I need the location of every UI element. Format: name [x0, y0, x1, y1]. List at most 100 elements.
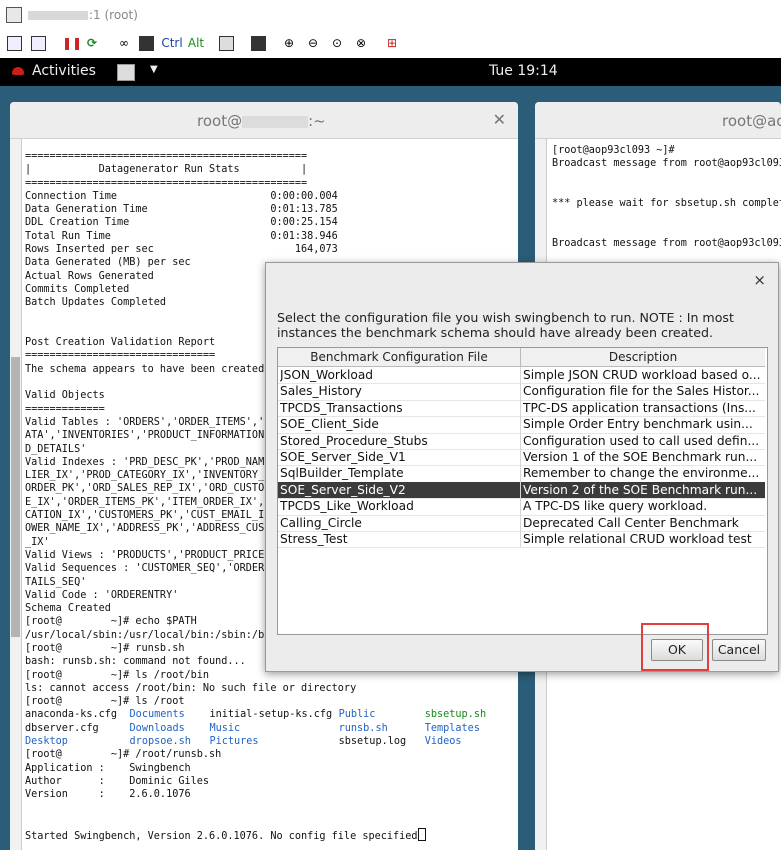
chevron-down-icon[interactable]: ▼ — [150, 64, 158, 75]
config-file-cell: SOE_Server_Side_V2 — [280, 482, 406, 497]
ls-entry: Templates — [424, 722, 480, 734]
keyboard-icon[interactable] — [138, 34, 154, 52]
clock[interactable]: Tue 19:14 — [489, 63, 558, 79]
terminal-line: DDL Creation Time 0:00:25.154 — [25, 217, 338, 229]
close-icon[interactable]: × — [753, 271, 766, 289]
ls-entry: Music — [209, 722, 241, 734]
terminal-line: Data Generation Time 0:01:13.785 — [25, 204, 338, 216]
terminal-line: ls: cannot access /root/bin: No such fil… — [25, 682, 357, 694]
column-header-config-file[interactable]: Benchmark Configuration File — [278, 348, 521, 366]
ls-entry: Videos — [424, 736, 462, 748]
ls-output-row: anaconda-ks.cfg Documents initial-setup-ks… — [25, 708, 518, 721]
config-table: Benchmark Configuration File Description… — [277, 347, 768, 635]
table-row[interactable]: SqlBuilder_Template Remember to change th… — [278, 465, 765, 483]
connection-options-icon[interactable] — [6, 34, 22, 52]
column-divider — [520, 465, 521, 482]
terminal-line: Connection Time 0:00:00.004 — [25, 190, 338, 202]
description-cell: Configuration used to call used defin... — [523, 433, 760, 448]
config-file-cell: SOE_Server_Side_V1 — [280, 450, 406, 464]
terminal-line: [root@ ~]# ls /root — [25, 696, 185, 708]
terminal-line: Started Swingbench, Version 2.6.0.1076. … — [25, 828, 518, 842]
zoom-fit-icon[interactable]: ⊗ — [353, 34, 369, 52]
terminal-title: root@ao — [722, 112, 781, 130]
table-row[interactable]: TPCDS_Transactions TPC-DS application tra… — [278, 399, 765, 418]
table-row[interactable]: JSON_Workload Simple JSON CRUD workload b… — [278, 367, 765, 385]
config-file-cell: Calling_Circle — [280, 515, 362, 530]
config-file-cell: Sales_History — [280, 384, 362, 399]
table-row[interactable]: Stored_Procedure_Stubs Configuration used… — [278, 432, 765, 450]
column-divider — [520, 367, 521, 384]
close-icon[interactable]: ✕ — [493, 110, 506, 129]
terminal-line: [root@ ~]# /root/runsb.sh — [25, 749, 222, 761]
zoom-reset-icon[interactable]: ⊙ — [329, 34, 345, 52]
vnc-toolbar: ❚❚ ⟳ ∞ Ctrl Alt ⊕ ⊖ ⊙ ⊗ ⊞ — [0, 30, 781, 59]
description-cell: Deprecated Call Center Benchmark — [523, 515, 739, 530]
table-row[interactable]: TPCDS_Like_Workload A TPC-DS like query w… — [278, 498, 765, 516]
table-row[interactable]: Calling_Circle Deprecated Call Center Ben… — [278, 514, 765, 532]
clipboard-icon[interactable] — [218, 34, 234, 52]
config-file-cell: TPCDS_Like_Workload — [280, 499, 414, 514]
config-file-cell: JSON_Workload — [280, 368, 374, 382]
column-divider — [520, 449, 521, 466]
terminal-title: root@:~ — [197, 112, 326, 130]
redhat-logo-icon — [12, 67, 24, 75]
zoom-out-icon[interactable]: ⊖ — [305, 34, 321, 52]
refresh-icon[interactable]: ⟳ — [84, 34, 100, 52]
config-file-cell: SqlBuilder_Template — [280, 466, 404, 481]
activities-button[interactable]: Activities — [32, 63, 96, 79]
ctrl-key-button[interactable]: Ctrl — [160, 34, 184, 52]
table-row[interactable]: Stress_Test Simple relational CRUD worklo… — [278, 531, 765, 549]
zoom-in-icon[interactable]: ⊕ — [281, 34, 297, 52]
pause-icon[interactable]: ❚❚ — [62, 34, 82, 52]
table-row[interactable]: SOE_Server_Side_V1 Version 1 of the SOE B… — [278, 449, 765, 467]
fullscreen-icon[interactable]: ⊞ — [384, 34, 400, 52]
ls-entry: Public — [338, 709, 376, 721]
terminal-cursor — [417, 828, 426, 842]
vnc-title-bar: :1 (root) — [0, 0, 781, 30]
config-file-cell: Stress_Test — [280, 532, 348, 546]
column-divider — [520, 481, 521, 499]
terminal-line: *** please wait for sbsetup.sh complet — [552, 198, 781, 210]
terminal-line: Broadcast message from root@aop93cl093 — [552, 238, 781, 250]
terminal-line: Version : 2.6.0.1076 — [25, 789, 191, 801]
alt-key-button[interactable]: Alt — [186, 34, 206, 52]
send-ctrl-alt-del-icon[interactable]: ∞ — [116, 34, 132, 52]
gnome-top-bar: Activities ▼ Tue 19:14 — [0, 58, 781, 86]
app-menu-icon[interactable] — [117, 64, 135, 81]
vnc-app-icon — [6, 7, 22, 23]
terminal-line: Rows Inserted per sec 164,073 — [25, 244, 338, 256]
description-cell: Simple JSON CRUD workload based o... — [523, 368, 761, 382]
connection-info-icon[interactable] — [30, 34, 46, 52]
ls-entry: Downloads — [129, 722, 185, 734]
ls-entry: Desktop — [25, 736, 68, 748]
column-header-description[interactable]: Description — [521, 348, 765, 366]
table-row[interactable]: SOE_Client_Side Simple Order Entry benchm… — [278, 416, 765, 434]
terminal-line: Broadcast message from root@aop93cl093 — [552, 158, 781, 170]
scrollbar-thumb[interactable] — [11, 357, 20, 637]
config-file-cell: TPCDS_Transactions — [280, 400, 403, 415]
ls-entry: anaconda-ks.cfg — [25, 709, 118, 721]
terminal-line: Application : Swingbench — [25, 762, 191, 774]
save-icon[interactable] — [250, 34, 266, 52]
table-row[interactable]: SOE_Server_Side_V2 Version 2 of the SOE B… — [278, 481, 765, 500]
terminal-output: [root@aop93cl093 ~]# Broadcast message fr… — [552, 144, 781, 250]
description-cell: Simple Order Entry benchmark usin... — [523, 417, 753, 432]
terminal-line: ========================================… — [25, 151, 308, 162]
config-file-dialog: × Select the configuration file you wish… — [265, 262, 779, 672]
terminal-line: ========================================… — [25, 177, 308, 189]
description-cell: A TPC-DS like query workload. — [523, 499, 708, 514]
ok-button[interactable]: OK — [651, 639, 703, 661]
ls-entry: runsb.sh — [338, 722, 388, 734]
column-divider — [520, 399, 521, 417]
description-cell: Simple relational CRUD workload test — [523, 532, 752, 546]
table-row[interactable]: Sales_History Configuration file for the … — [278, 383, 765, 401]
description-cell: Version 2 of the SOE Benchmark run... — [523, 482, 758, 497]
cancel-button[interactable]: Cancel — [712, 639, 766, 661]
terminal-scrollbar[interactable] — [10, 139, 22, 850]
